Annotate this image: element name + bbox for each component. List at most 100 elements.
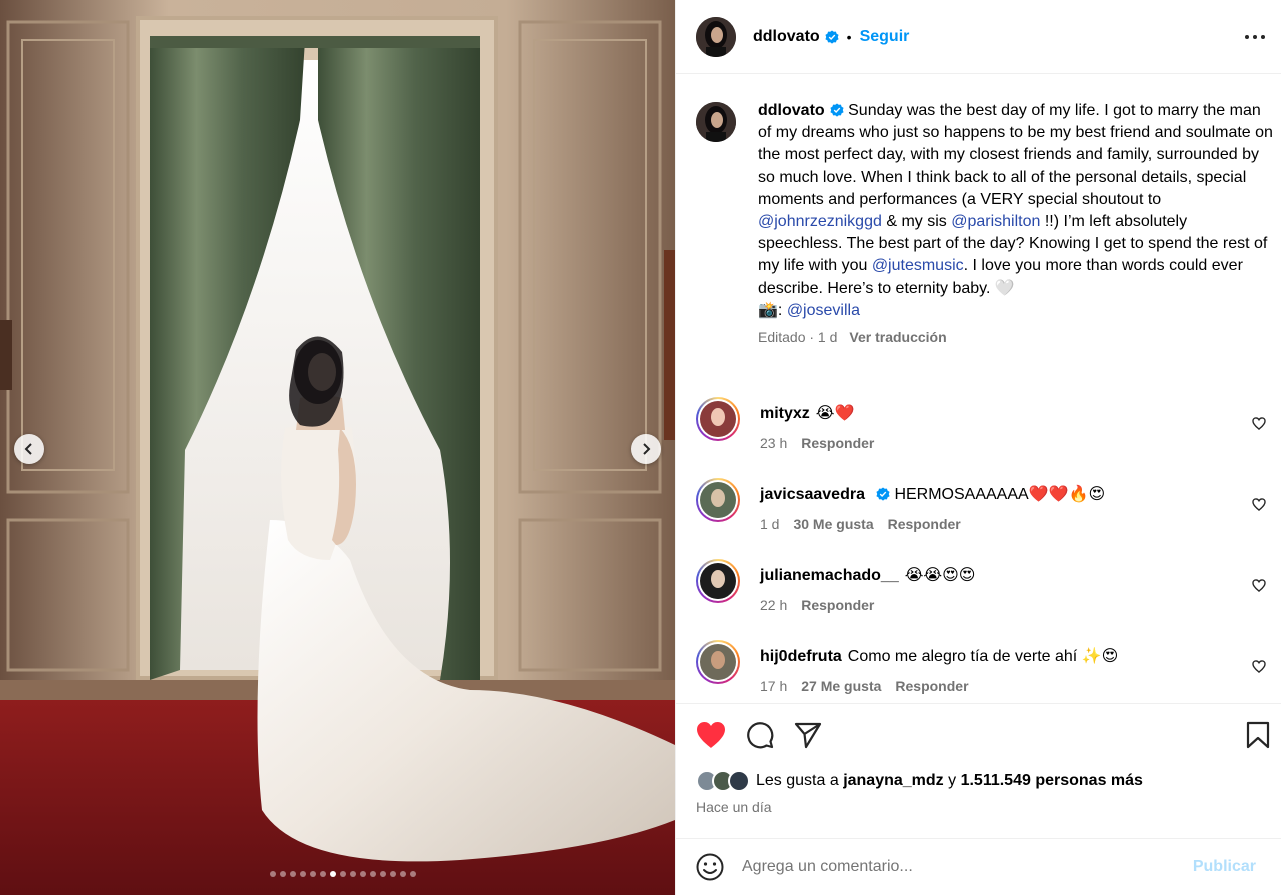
commenter-avatar [700,401,736,437]
comment-meta: 17 h 27 Me gusta Responder [760,678,969,694]
header-separator: • [846,28,852,45]
comment-item: javicsaavedra HERMOSAAAAAA❤️❤️🔥😍 1 d 30 Me… [696,478,1266,538]
post-header: ddlovato • Seguir [676,0,1281,74]
caption-text-part: Sunday was the best day of my life. I go… [758,102,1273,208]
author-username[interactable]: ddlovato [753,28,820,46]
caption-author-avatar[interactable] [696,102,736,142]
comment-likes[interactable]: 27 Me gusta [801,678,881,694]
carousel-dot [399,871,406,877]
carousel-dot [409,871,416,877]
commenter-story-ring[interactable] [696,559,740,603]
caption-text: ddlovato Sunday was the best day of my l… [758,100,1276,348]
post-photo [0,0,675,895]
post-media[interactable] [0,0,675,895]
carousel-dot [289,871,296,877]
carousel-dot [389,871,396,877]
caption-author-username[interactable]: ddlovato [758,102,825,119]
caption-avatar-image [696,102,736,142]
commenter-story-ring[interactable] [696,640,740,684]
post-side-panel: ddlovato • Seguir ddlovato Sunday was th… [675,0,1281,895]
reply-button[interactable]: Responder [801,435,874,451]
liker-avatar [728,770,750,792]
commenter-avatar [700,482,736,518]
comment-body: 😭❤️ [815,405,855,422]
comments-scroll-area[interactable]: ddlovato Sunday was the best day of my l… [676,75,1281,703]
comment-like-heart-icon[interactable] [1252,579,1266,592]
verified-badge-icon [876,487,890,501]
mention-link[interactable]: @josevilla [787,302,860,319]
reply-button[interactable]: Responder [895,678,968,694]
likes-joiner: y [948,772,957,789]
comment-input[interactable] [742,858,1182,876]
commenter-avatar [700,563,736,599]
likes-first-user[interactable]: janayna_mdz [843,772,943,790]
comment-item: mityxz 😭❤️ 23 h Responder [696,397,1266,457]
author-avatar-image [696,16,736,57]
commenter-username[interactable]: julianemachado__ [760,567,899,584]
likes-summary[interactable]: Les gusta a janayna_mdz y 1.511.549 pers… [696,770,1143,792]
carousel-dot [369,871,376,877]
comment-likes[interactable]: 30 Me gusta [793,516,873,532]
carousel-dot [299,871,306,877]
comment-composer: Publicar [676,838,1281,895]
chevron-right-icon [643,443,651,455]
verified-badge-icon [830,103,844,117]
post-actions-bar [676,703,1281,767]
comment-like-heart-icon[interactable] [1252,660,1266,673]
comment-body: Como me alegro tía de verte ahí ✨😍 [847,648,1119,665]
chevron-left-icon [24,443,32,455]
comment-item: hij0defruta Como me alegro tía de verte a… [696,640,1266,700]
more-options-icon[interactable] [1244,28,1266,46]
post-caption: ddlovato Sunday was the best day of my l… [696,100,1276,348]
commenter-username[interactable]: mityxz [760,405,810,422]
carousel-dot [329,871,336,877]
carousel-dot [269,871,276,877]
carousel-indicator [0,871,675,877]
author-avatar[interactable] [696,16,736,57]
carousel-dot [319,871,326,877]
liked-heart-icon[interactable] [696,721,726,749]
emoji-smile-icon[interactable] [696,853,724,881]
likes-count[interactable]: 1.511.549 personas más [961,772,1143,790]
comment-text: julianemachado__ 😭😭😍😍 [760,565,975,585]
mention-link[interactable]: @jutesmusic [872,257,964,274]
reply-button[interactable]: Responder [801,597,874,613]
carousel-dot [349,871,356,877]
commenter-story-ring[interactable] [696,397,740,441]
caption-edited-time: Editado · 1 d [758,329,838,346]
commenter-username[interactable]: javicsaavedra [760,486,865,503]
instagram-post-modal: ddlovato • Seguir ddlovato Sunday was th… [0,0,1281,895]
commenter-username[interactable]: hij0defruta [760,648,842,665]
reply-button[interactable]: Responder [888,516,961,532]
share-icon[interactable] [794,721,822,749]
comment-meta: 1 d 30 Me gusta Responder [760,516,961,532]
carousel-next-button[interactable] [631,434,661,464]
caption-meta: Editado · 1 d Ver traducción [758,326,1276,348]
save-bookmark-icon[interactable] [1246,721,1270,749]
see-translation-button[interactable]: Ver traducción [849,329,946,345]
comment-text: hij0defruta Como me alegro tía de verte a… [760,646,1118,666]
comment-time: 1 d [760,516,780,532]
comment-text: mityxz 😭❤️ [760,403,854,423]
carousel-dot [279,871,286,877]
follow-button[interactable]: Seguir [860,28,910,46]
comment-body: 😭😭😍😍 [904,567,976,584]
comment-like-heart-icon[interactable] [1252,498,1266,511]
publish-button[interactable]: Publicar [1193,858,1256,876]
commenter-avatar [700,644,736,680]
carousel-dot [359,871,366,877]
comment-time: 17 h [760,678,788,694]
comment-meta: 22 h Responder [760,597,874,613]
carousel-prev-button[interactable] [14,434,44,464]
verified-badge-icon [825,29,839,44]
commenter-story-ring[interactable] [696,478,740,522]
mention-link[interactable]: @parishilton [951,213,1040,230]
comment-like-heart-icon[interactable] [1252,417,1266,430]
mention-link[interactable]: @johnrzeznikggd [758,213,882,230]
comment-meta: 23 h Responder [760,435,874,451]
caption-text-part: & my sis [881,213,952,231]
liker-avatars [696,770,750,792]
post-timestamp: Hace un día [696,799,772,815]
carousel-dot [379,871,386,877]
comment-icon[interactable] [746,721,774,749]
